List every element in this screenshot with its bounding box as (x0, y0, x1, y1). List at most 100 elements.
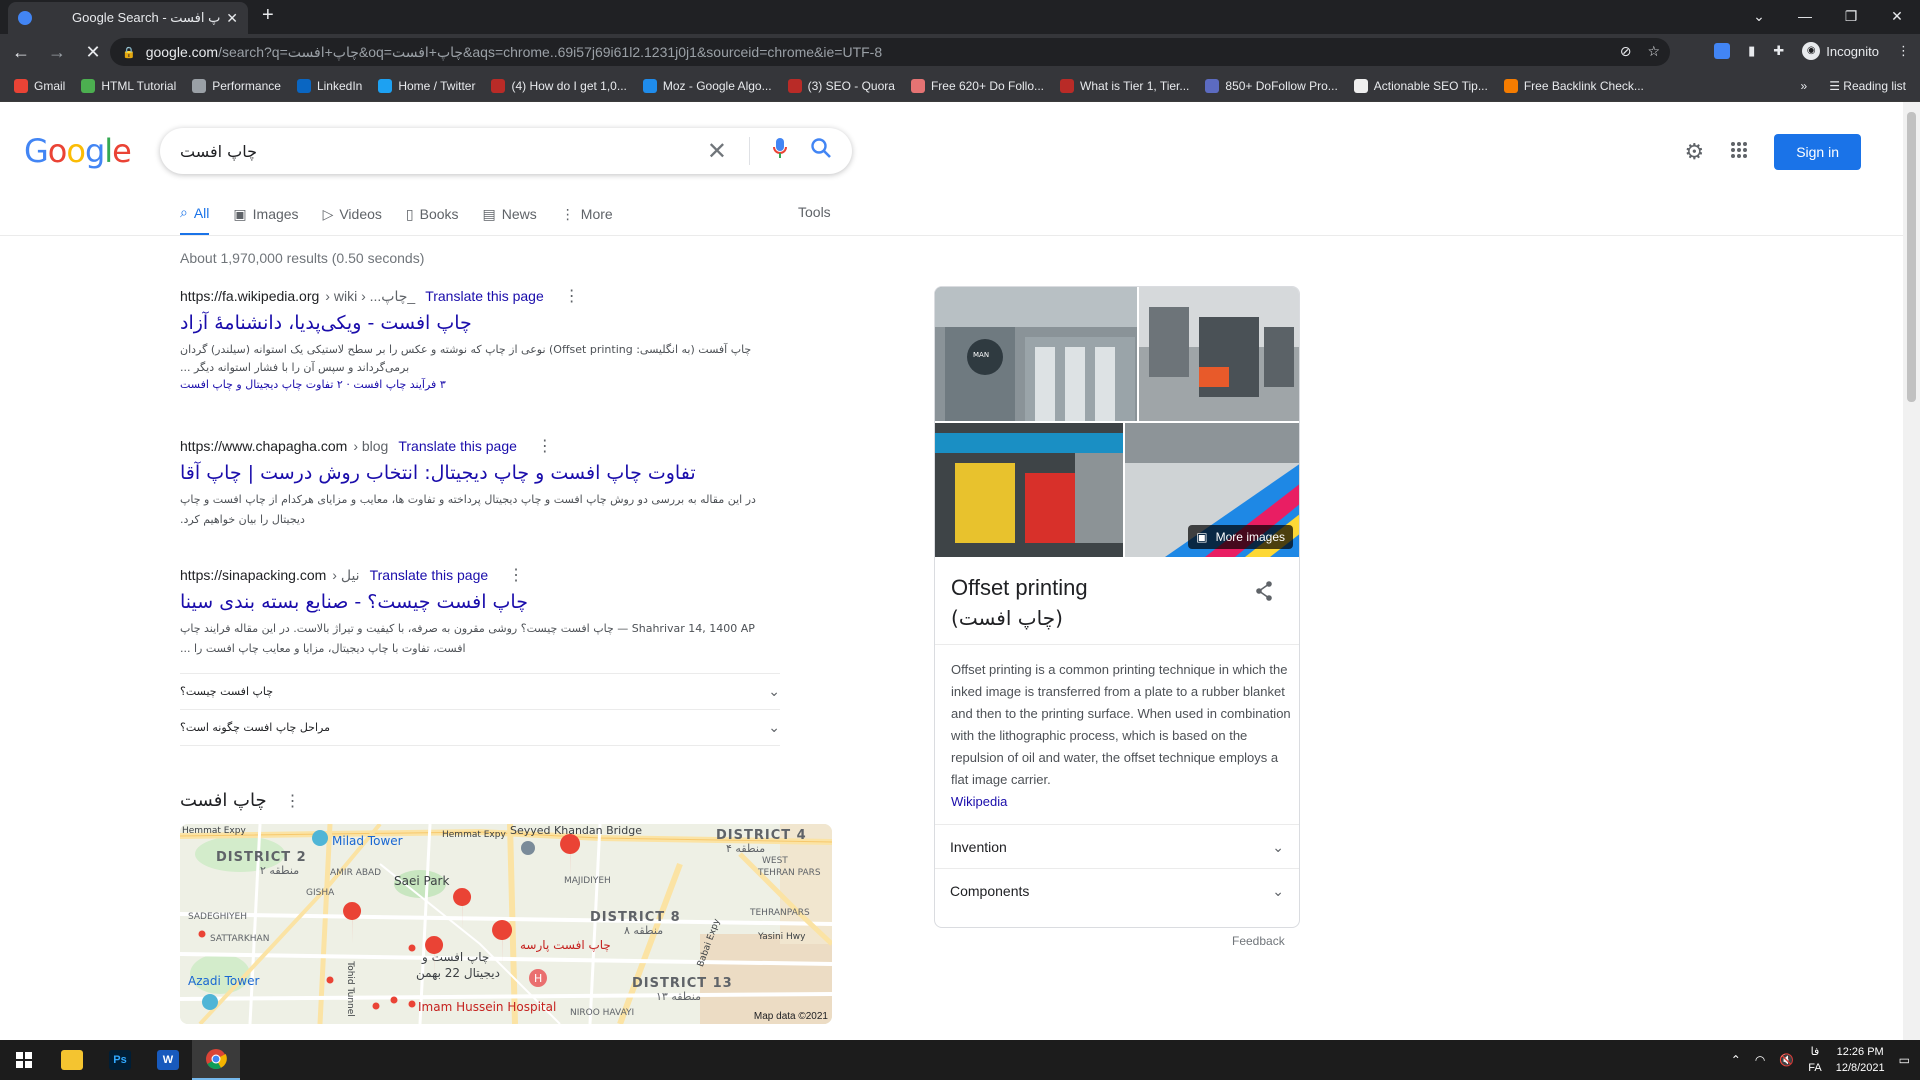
bookmark-item[interactable]: Performance (192, 78, 281, 93)
bookmark-item[interactable]: Free 620+ Do Follo... (910, 78, 1044, 93)
map-label: SATTARKHAN (210, 934, 270, 944)
notification-icon[interactable]: ▭ (1899, 1053, 1910, 1067)
map[interactable]: Hemmat Expy Milad Tower Hemmat Expy Seyy… (180, 824, 832, 1024)
share-icon[interactable] (1255, 581, 1273, 606)
result-title[interactable]: تفاوت چاپ افست و چاپ دیجیتال: انتخاب روش… (180, 462, 780, 484)
press-image-2[interactable] (1139, 287, 1300, 421)
clear-icon[interactable]: ✕ (707, 137, 727, 166)
volume-muted-icon[interactable]: 🔇 (1779, 1053, 1794, 1067)
panel-divider (935, 868, 1299, 869)
tray-expand-icon[interactable]: ⌃ (1731, 1053, 1741, 1067)
result-menu-icon[interactable]: ⋮ (564, 286, 580, 306)
result-host: https://www.chapagha.com (180, 438, 348, 454)
tab-news[interactable]: ▤ News (483, 204, 537, 236)
result-menu-icon[interactable]: ⋮ (508, 565, 524, 585)
blocked-icon[interactable]: ⊘ (1620, 43, 1632, 60)
restore-button[interactable]: ❐ (1828, 4, 1874, 28)
tab-search-icon[interactable]: ⌄ (1736, 4, 1782, 28)
translate-link[interactable]: Translate this page (425, 288, 544, 304)
language-indicator[interactable]: فا FA (1808, 1044, 1821, 1076)
incognito-indicator[interactable]: ◉ Incognito (1802, 42, 1879, 60)
more-vert-icon: ⋮ (560, 205, 575, 222)
tab-videos[interactable]: ▷ Videos (323, 204, 382, 236)
result-title[interactable]: چاپ افست - ویکی‌پدیا، دانشنامهٔ آزاد (180, 312, 780, 334)
result-url[interactable]: https://sinapacking.com › نیل Translate … (180, 565, 780, 585)
local-menu-icon[interactable]: ⋮ (285, 791, 301, 810)
feedback-link[interactable]: Feedback (1232, 934, 1285, 948)
tab-label: Videos (339, 206, 382, 222)
photoshop-button[interactable]: Ps (96, 1040, 144, 1080)
minimize-button[interactable]: — (1782, 4, 1828, 28)
bookmark-item[interactable]: What is Tier 1, Tier... (1060, 78, 1189, 93)
bookmark-item[interactable]: Moz - Google Algo... (642, 78, 772, 93)
press-image-1[interactable]: MAN (935, 287, 1137, 421)
microphone-icon[interactable] (772, 137, 788, 165)
reading-list-button[interactable]: ☰ Reading list (1829, 79, 1906, 93)
apps-grid-icon[interactable] (1730, 139, 1748, 165)
bookmark-item[interactable]: Free Backlink Check... (1503, 78, 1644, 93)
google-logo[interactable]: Google (24, 132, 132, 170)
clock[interactable]: 12:26 PM 12/8/2021 (1836, 1044, 1885, 1076)
puzzle-icon[interactable]: ✚ (1773, 43, 1784, 59)
more-images-button[interactable]: ▣ More images (1188, 525, 1293, 549)
tab-more[interactable]: ⋮ More (561, 204, 613, 236)
bookmark-item[interactable]: Actionable SEO Tip... (1353, 78, 1488, 93)
bookmark-item[interactable]: 850+ DoFollow Pro... (1205, 78, 1338, 93)
bookmark-item[interactable]: LinkedIn (296, 78, 362, 93)
close-window-button[interactable]: ✕ (1874, 4, 1920, 28)
knowledge-title: Offset printing (چاپ افست) (951, 573, 1088, 633)
lock-icon[interactable]: 🔒 (122, 46, 136, 59)
windows-start-button[interactable] (0, 1040, 48, 1080)
extension-icon[interactable]: ▮ (1748, 43, 1755, 59)
wikipedia-link[interactable]: Wikipedia (951, 791, 1291, 813)
page-scrollbar[interactable] (1903, 102, 1920, 1040)
browser-tab[interactable]: Google Search - چاپ افست ✕ (8, 2, 248, 34)
bookmarks-right: » ☰ Reading list (1801, 79, 1906, 93)
result-menu-icon[interactable]: ⋮ (537, 436, 553, 456)
file-explorer-button[interactable] (48, 1040, 96, 1080)
back-button[interactable]: ← (6, 42, 36, 63)
paa-divider (180, 745, 780, 746)
chrome-button[interactable] (192, 1040, 240, 1080)
bookmark-star-icon[interactable]: ☆ (1647, 43, 1660, 60)
related-question[interactable]: مراحل چاپ افست چگونه است؟ ⌄ (180, 709, 780, 745)
translate-extension-icon[interactable] (1714, 43, 1731, 59)
result-title[interactable]: چاپ افست چیست؟ - صنایع بسته بندی سینا (180, 591, 780, 613)
tab-label: All (193, 204, 210, 221)
result-url[interactable]: https://www.chapagha.com › blog Translat… (180, 436, 780, 456)
bookmark-item[interactable]: (3) SEO - Quora (787, 78, 895, 93)
menu-kebab-icon[interactable]: ⋮ (1897, 43, 1910, 59)
bookmark-item[interactable]: Home / Twitter (378, 78, 475, 93)
tab-books[interactable]: ▯ Books (406, 204, 459, 236)
search-input[interactable] (180, 141, 707, 161)
press-image-3[interactable] (935, 423, 1123, 557)
translate-link[interactable]: Translate this page (370, 567, 489, 583)
search-tabs: ⌕ All ▣ Images ▷ Videos ▯ Books ▤ News ⋮ More (180, 204, 613, 236)
system-tray: ⌃ ◠ 🔇 فا FA 12:26 PM 12/8/2021 ▭ (1731, 1040, 1910, 1080)
map-label: NIROO HAVAYI (570, 1008, 635, 1018)
close-tab-icon[interactable]: ✕ (226, 10, 238, 27)
bookmark-item[interactable]: HTML Tutorial (81, 78, 176, 93)
scrollbar-thumb[interactable] (1907, 112, 1916, 402)
knowledge-row-invention[interactable]: Invention ⌄ (950, 839, 1284, 856)
search-icon[interactable] (810, 137, 832, 165)
bookmark-item[interactable]: (4) How do I get 1,0... (491, 78, 627, 93)
sign-in-button[interactable]: Sign in (1774, 134, 1861, 170)
tab-all[interactable]: ⌕ All (180, 204, 210, 236)
tab-images[interactable]: ▣ Images (233, 204, 298, 236)
tools-button[interactable]: Tools (798, 204, 831, 220)
stop-loading-button[interactable]: ✕ (78, 42, 108, 63)
word-button[interactable]: W (144, 1040, 192, 1080)
knowledge-row-components[interactable]: Components ⌄ (950, 883, 1284, 900)
translate-link[interactable]: Translate this page (398, 438, 517, 454)
forward-button[interactable]: → (42, 42, 72, 63)
bookmarks-overflow-button[interactable]: » (1801, 79, 1808, 93)
bookmark-item[interactable]: Gmail (14, 78, 65, 93)
address-bar[interactable]: 🔒 google.com /search?q=چاپ+افست&oq=چاپ+ا… (110, 38, 1670, 66)
result-url[interactable]: https://fa.wikipedia.org › wiki › ...چاپ… (180, 286, 780, 306)
new-tab-button[interactable]: + (262, 4, 274, 27)
sitelinks[interactable]: ۳ فرآیند چاپ افست · ۲ تفاوت چاپ دیجیتال … (180, 378, 780, 391)
gear-icon[interactable]: ⚙ (1684, 139, 1704, 165)
related-question[interactable]: چاپ افست چیست؟ ⌄ (180, 673, 780, 709)
network-icon[interactable]: ◠ (1755, 1053, 1765, 1067)
